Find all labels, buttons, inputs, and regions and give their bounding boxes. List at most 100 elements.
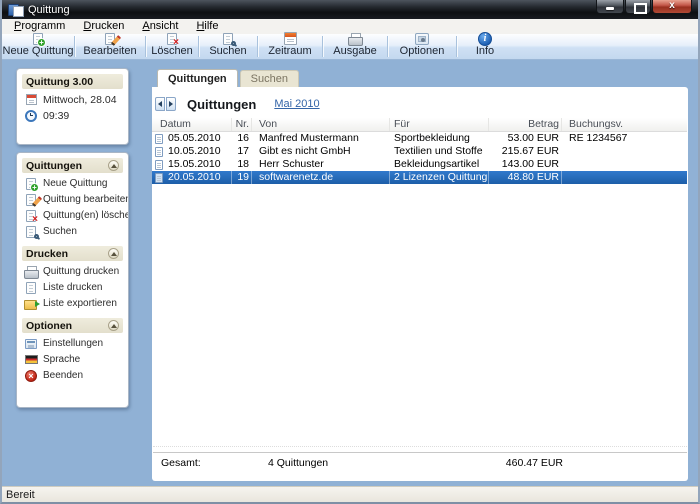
- toolbar-options-button[interactable]: Optionen: [388, 34, 456, 59]
- table-row[interactable]: 10.05.2010 17 Gibt es nicht GmbH Textili…: [152, 145, 687, 158]
- client-area: Quittung 3.00 Mittwoch, 28.04 09:39 Quit…: [2, 60, 698, 486]
- options-icon: [415, 33, 429, 45]
- sidebar-nav-panel: Quittungen Neue Quittung Quittung bearbe…: [16, 152, 129, 408]
- sidebar-item-quittungen-loeschen[interactable]: Quittung(en) löschen: [17, 208, 128, 223]
- sidebar-info-header: Quittung 3.00: [22, 74, 123, 89]
- document-icon: [26, 282, 36, 294]
- status-bar: Bereit: [2, 486, 698, 502]
- table-row[interactable]: 05.05.2010 16 Manfred Mustermann Sportbe…: [152, 132, 687, 145]
- menu-hilfe[interactable]: Hilfe: [187, 19, 227, 34]
- printer-icon: [24, 266, 38, 278]
- column-header-von[interactable]: Von: [252, 118, 390, 131]
- collapse-up-icon[interactable]: [108, 320, 119, 331]
- cell-buchungsv: RE 1234567: [562, 132, 687, 145]
- cell-betrag: 53.00 EUR: [489, 132, 562, 145]
- cell-von: Manfred Mustermann: [252, 132, 390, 145]
- period-link[interactable]: Mai 2010: [274, 98, 319, 110]
- sidebar-item-quittung-bearbeiten[interactable]: Quittung bearbeiten: [17, 192, 128, 207]
- table-body: 05.05.2010 16 Manfred Mustermann Sportbe…: [152, 132, 687, 184]
- cell-datum: 10.05.2010: [152, 145, 232, 158]
- column-header-fuer[interactable]: Für: [390, 118, 489, 131]
- menu-drucken[interactable]: Drucken: [74, 19, 133, 34]
- total-amount: 460.47 EUR: [490, 457, 563, 469]
- new-receipt-icon: [33, 33, 43, 45]
- menu-ansicht[interactable]: Ansicht: [133, 19, 187, 34]
- sidebar-item-beenden[interactable]: Beenden: [17, 368, 128, 383]
- sidebar-section-optionen: Optionen Einstellungen Sprache Beenden: [17, 318, 128, 383]
- receipt-count: 4 Quittungen: [268, 457, 328, 469]
- search-icon: [223, 33, 233, 45]
- current-time: 09:39: [17, 108, 128, 123]
- tab-quittungen[interactable]: Quittungen: [157, 69, 238, 87]
- table-row[interactable]: 15.05.2010 18 Herr Schuster Bekleidungsa…: [152, 158, 687, 171]
- next-month-button[interactable]: [166, 97, 176, 111]
- cell-von: Gibt es nicht GmbH: [252, 145, 390, 158]
- cell-fuer: Textilien und Stoffe: [390, 145, 489, 158]
- collapse-up-icon[interactable]: [108, 160, 119, 171]
- cell-nr: 17: [232, 145, 252, 158]
- sidebar-item-liste-drucken[interactable]: Liste drucken: [17, 280, 128, 295]
- receipt-doc-icon: [155, 160, 163, 170]
- column-header-datum[interactable]: Datum: [152, 118, 232, 131]
- receipt-doc-icon: [155, 134, 163, 144]
- cell-betrag: 48.80 EUR: [489, 171, 562, 184]
- edit-icon: [26, 194, 36, 206]
- app-icon: [8, 3, 23, 16]
- sidebar-item-einstellungen[interactable]: Einstellungen: [17, 336, 128, 351]
- sidebar-item-label: Neue Quittung: [43, 178, 108, 189]
- sidebar-item-label: Quittung drucken: [43, 266, 119, 277]
- status-text: Bereit: [6, 489, 35, 501]
- time-label: 09:39: [43, 110, 69, 122]
- current-date: Mittwoch, 28.04: [17, 92, 128, 107]
- section-header-optionen: Optionen: [22, 318, 123, 333]
- collapse-up-icon[interactable]: [108, 248, 119, 259]
- sidebar-item-label: Sprache: [43, 354, 80, 365]
- column-header-betrag[interactable]: Betrag: [489, 118, 562, 131]
- sidebar-section-quittungen: Quittungen Neue Quittung Quittung bearbe…: [17, 158, 128, 239]
- calendar-icon: [284, 32, 297, 45]
- page-title: Quittungen: [187, 97, 256, 112]
- receipt-doc-icon: [155, 147, 163, 157]
- receipts-panel: Quittungen Mai 2010 Datum Nr. Von Für Be…: [152, 87, 688, 481]
- close-button[interactable]: [652, 0, 692, 14]
- panel-header: Quittungen Mai 2010: [155, 95, 320, 113]
- previous-month-button[interactable]: [155, 97, 165, 111]
- app-version-label: Quittung 3.00: [26, 76, 93, 88]
- sidebar-item-label: Beenden: [43, 370, 83, 381]
- cell-nr: 18: [232, 158, 252, 171]
- column-header-buchungsv[interactable]: Buchungsv.: [562, 118, 687, 131]
- toolbar-search-button[interactable]: Suchen: [199, 34, 257, 59]
- toolbar-period-button[interactable]: Zeitraum: [258, 34, 322, 59]
- edit-icon: [105, 33, 115, 45]
- table-header: Datum Nr. Von Für Betrag Buchungsv.: [152, 118, 687, 132]
- sidebar-item-liste-exportieren[interactable]: Liste exportieren: [17, 296, 128, 311]
- sidebar-item-suchen[interactable]: Suchen: [17, 224, 128, 239]
- cell-von: Herr Schuster: [252, 158, 390, 171]
- column-header-nr[interactable]: Nr.: [232, 118, 252, 131]
- minimize-button[interactable]: [596, 0, 624, 14]
- date-label: Mittwoch, 28.04: [43, 94, 117, 106]
- sidebar-item-label: Quittung(en) löschen: [43, 210, 129, 221]
- section-title: Optionen: [26, 320, 72, 332]
- toolbar-delete-button[interactable]: Löschen: [146, 34, 198, 59]
- cell-betrag: 143.00 EUR: [489, 158, 562, 171]
- receipt-doc-icon: [155, 173, 163, 183]
- cell-fuer: 2 Lizenzen Quittung: [390, 171, 489, 184]
- cell-fuer: Bekleidungsartikel: [390, 158, 489, 171]
- table-row-selected[interactable]: 20.05.2010 19 softwarenetz.de 2 Lizenzen…: [152, 171, 687, 184]
- toolbar-edit-button[interactable]: Bearbeiten: [75, 34, 145, 59]
- settings-icon: [25, 339, 37, 349]
- sidebar-item-sprache[interactable]: Sprache: [17, 352, 128, 367]
- delete-icon: [167, 33, 177, 45]
- window-controls: [596, 0, 692, 14]
- sidebar-item-neue-quittung[interactable]: Neue Quittung: [17, 176, 128, 191]
- toolbar-output-button[interactable]: Ausgabe: [323, 34, 387, 59]
- sidebar-item-quittung-drucken[interactable]: Quittung drucken: [17, 264, 128, 279]
- window-title: Quittung: [28, 4, 70, 16]
- calendar-icon: [26, 94, 37, 105]
- toolbar-info-button[interactable]: Info: [457, 34, 513, 59]
- maximize-button[interactable]: [625, 0, 651, 14]
- menu-programm[interactable]: Programm: [5, 19, 74, 34]
- tab-suchen[interactable]: Suchen: [240, 70, 299, 87]
- toolbar-new-receipt-button[interactable]: Neue Quittung: [2, 34, 74, 59]
